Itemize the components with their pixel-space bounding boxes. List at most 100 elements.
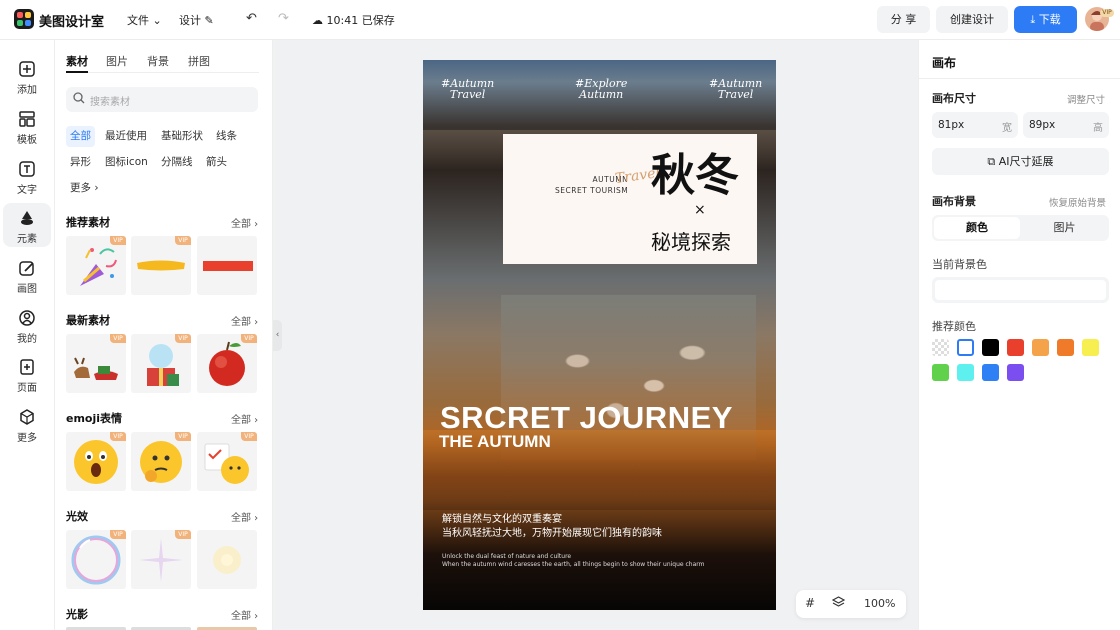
poster-subheadline[interactable]: THE AUTUMN: [439, 432, 551, 452]
swatch-red[interactable]: [1007, 339, 1024, 356]
page-icon: [18, 358, 36, 376]
rail-item-template[interactable]: 模板: [3, 104, 51, 148]
material-sparkle-glow[interactable]: VIP: [131, 530, 191, 589]
poster-english-copy[interactable]: Unlock the dual feast of nature and cult…: [442, 553, 704, 569]
ai-resize-icon: ⧉: [987, 155, 996, 168]
rail-item-add[interactable]: 添加: [3, 54, 51, 98]
chip-irregular[interactable]: 异形: [66, 152, 95, 173]
zoom-level[interactable]: 100%: [864, 597, 895, 610]
swatch-white[interactable]: [957, 339, 974, 356]
section-more-light-shadow[interactable]: 全部 ›: [231, 607, 258, 622]
section-more-recommended[interactable]: 全部 ›: [231, 215, 258, 230]
tab-images[interactable]: 图片: [106, 53, 128, 69]
swatch-yellow[interactable]: [1082, 339, 1099, 356]
section-more-light-effects[interactable]: 全部 ›: [231, 509, 258, 524]
material-bubble-ring[interactable]: VIP: [66, 530, 126, 589]
section-more-emoji[interactable]: 全部 ›: [231, 411, 258, 426]
recommended-colors-label: 推荐颜色: [932, 320, 976, 333]
layers-icon[interactable]: [831, 596, 846, 612]
poster-tag-left[interactable]: #Autumn Travel: [441, 78, 494, 100]
canvas-area[interactable]: #Autumn Travel #Explore Autumn #Autumn T…: [273, 40, 918, 630]
poster-tag-right[interactable]: #Autumn Travel: [709, 78, 762, 100]
card-main-heading[interactable]: 秋冬: [651, 152, 739, 200]
brand-name: 美图设计室: [39, 15, 105, 30]
tab-active-indicator: [66, 71, 88, 73]
card-subheading[interactable]: 秘境探索: [651, 226, 731, 255]
rail-item-more[interactable]: 更多: [3, 402, 51, 446]
vip-tag: VIP: [241, 334, 257, 343]
tab-collage[interactable]: 拼图: [188, 53, 210, 69]
section-title-emoji: emoji表情: [66, 412, 123, 425]
swatch-blue[interactable]: [982, 364, 999, 381]
material-emoji-checklist[interactable]: VIP: [197, 432, 257, 491]
resize-link[interactable]: 调整尺寸: [1067, 92, 1105, 106]
poster-chinese-copy[interactable]: 解锁自然与文化的双重奏宴 当秋风轻抚过大地，万物开始展现它们独有的韵味: [442, 513, 662, 541]
swatch-orange[interactable]: [1057, 339, 1074, 356]
height-field[interactable]: 89px 高: [1023, 112, 1109, 138]
vip-tag: VIP: [175, 334, 191, 343]
material-red-bar[interactable]: [197, 236, 257, 295]
user-icon: [18, 309, 36, 327]
chip-arrows[interactable]: 箭头: [202, 152, 231, 173]
material-soft-glow[interactable]: [197, 530, 257, 589]
swatch-green[interactable]: [932, 364, 949, 381]
panel-title: 画布: [932, 56, 957, 70]
chip-all[interactable]: 全部: [66, 126, 95, 147]
poster-title-card[interactable]: AUTUMN SECRET TOURISM Travel 秋冬 × 秘境探索: [503, 134, 757, 264]
create-design-button[interactable]: 创建设计: [936, 6, 1008, 33]
swatch-transparent[interactable]: [932, 339, 949, 356]
poster-tag-middle[interactable]: #Explore Autumn: [575, 78, 627, 100]
ai-resize-button[interactable]: ⧉ AI尺寸延展: [932, 148, 1109, 175]
chip-icons[interactable]: 图标icon: [101, 152, 152, 173]
material-reindeer-sleigh[interactable]: VIP: [66, 334, 126, 393]
swatch-black[interactable]: [982, 339, 999, 356]
rail-item-elements[interactable]: 元素: [3, 203, 51, 247]
width-field[interactable]: 81px 宽: [932, 112, 1018, 138]
segment-image[interactable]: 图片: [1022, 217, 1107, 239]
material-panel: 素材 图片 背景 拼图 搜索素材 全部 最近使用 基础形状 线条 异形 图标ic…: [55, 40, 273, 630]
poster-canvas[interactable]: #Autumn Travel #Explore Autumn #Autumn T…: [423, 60, 776, 610]
download-icon: ⤓: [1030, 13, 1036, 26]
rail-item-draw[interactable]: 画图: [3, 253, 51, 297]
material-emoji-scared[interactable]: VIP: [66, 432, 126, 491]
vip-tag: VIP: [110, 432, 126, 441]
chip-recent[interactable]: 最近使用: [101, 126, 151, 147]
top-bar: 美图设计室 文件 ⌄ 设计 ✎ ↶ ↷ ☁ 10:41 已保存 分 享 创建设计…: [0, 0, 1120, 40]
current-color-field[interactable]: [932, 277, 1109, 303]
rail-item-page[interactable]: 页面: [3, 352, 51, 396]
search-input[interactable]: 搜索素材: [66, 87, 258, 112]
material-party-popper[interactable]: VIP: [66, 236, 126, 295]
chevron-right-icon: ›: [94, 182, 99, 194]
chip-more[interactable]: 更多 ›: [66, 178, 103, 199]
section-title-recommended: 推荐素材: [66, 216, 110, 229]
rail-item-text[interactable]: 文字: [3, 154, 51, 198]
restore-background-link[interactable]: 恢复原始背景: [1049, 195, 1106, 209]
app-logo-icon[interactable]: [14, 9, 34, 29]
material-brush-stroke-yellow[interactable]: VIP: [131, 236, 191, 295]
segment-color[interactable]: 颜色: [934, 217, 1020, 239]
poster-headline[interactable]: SRCRET JOURNEY: [440, 400, 733, 436]
draw-icon: [18, 259, 36, 277]
material-snow-globe-gift[interactable]: VIP: [131, 334, 191, 393]
undo-icon[interactable]: ↶: [246, 11, 257, 26]
redo-icon[interactable]: ↷: [278, 11, 289, 26]
menu-file[interactable]: 文件 ⌄: [127, 12, 162, 28]
menu-design[interactable]: 设计 ✎: [179, 12, 214, 28]
section-title-latest: 最新素材: [66, 314, 110, 327]
tab-material[interactable]: 素材: [66, 53, 88, 69]
material-red-apple[interactable]: VIP: [197, 334, 257, 393]
swatch-light-orange[interactable]: [1032, 339, 1049, 356]
swatch-purple[interactable]: [1007, 364, 1024, 381]
chip-basic-shapes[interactable]: 基础形状: [157, 126, 207, 147]
chip-lines[interactable]: 线条: [212, 126, 241, 147]
rail-item-mine[interactable]: 我的: [3, 303, 51, 347]
share-button[interactable]: 分 享: [877, 6, 930, 33]
section-more-latest[interactable]: 全部 ›: [231, 313, 258, 328]
chip-dividers[interactable]: 分隔线: [157, 152, 197, 173]
grid-icon[interactable]: #: [805, 596, 815, 610]
material-emoji-thinking[interactable]: VIP: [131, 432, 191, 491]
download-button[interactable]: ⤓ 下载: [1014, 6, 1077, 33]
tab-background[interactable]: 背景: [147, 53, 169, 69]
swatch-cyan[interactable]: [957, 364, 974, 381]
collapse-panel-handle[interactable]: ‹: [273, 320, 282, 351]
